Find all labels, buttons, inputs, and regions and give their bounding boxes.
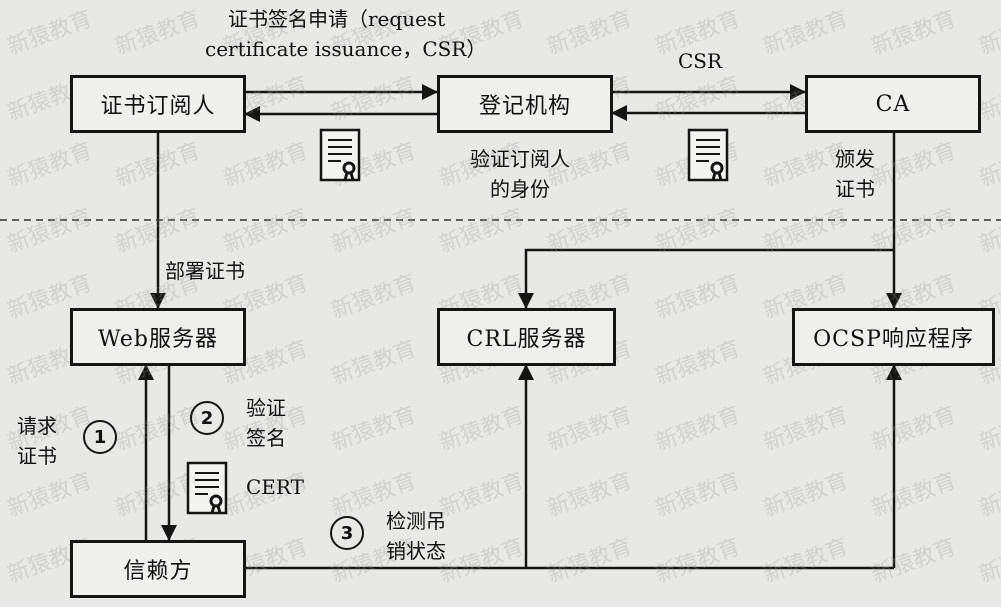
node-web-server: Web服务器 xyxy=(70,308,246,366)
node-ocsp-responder: OCSP响应程序 xyxy=(792,308,995,366)
label-verify-signature-line1: 验证 xyxy=(246,396,286,420)
label-issue-cert-line1: 颁发 xyxy=(835,147,875,171)
certificate-icon xyxy=(319,128,361,182)
step-1-badge: 1 xyxy=(83,420,117,454)
label-verify-signature-line2: 签名 xyxy=(246,426,286,450)
node-relying-party: 信赖方 xyxy=(70,540,246,598)
node-crl-server: CRL服务器 xyxy=(437,308,616,366)
label-deploy-cert: 部署证书 xyxy=(165,259,245,283)
label-verify-identity-line1: 验证订阅人 xyxy=(470,147,570,171)
label-issue-cert-line2: 证书 xyxy=(835,177,875,201)
label-check-revocation-line1: 检测吊 xyxy=(386,509,446,533)
node-certificate-subscriber: 证书订阅人 xyxy=(70,75,246,133)
step-2-badge: 2 xyxy=(190,401,224,435)
arrow-ca-to-crl xyxy=(518,248,894,309)
label-cert: CERT xyxy=(246,475,304,499)
node-registration-authority: 登记机构 xyxy=(437,75,613,133)
label-csr-request-line2: certificate issuance，CSR） xyxy=(205,37,487,61)
label-csr: CSR xyxy=(678,49,723,73)
node-ca: CA xyxy=(805,75,981,133)
certificate-icon xyxy=(186,461,228,515)
label-verify-identity-line2: 的身份 xyxy=(490,177,550,201)
step-3-badge: 3 xyxy=(330,516,364,550)
label-check-revocation-line2: 销状态 xyxy=(386,539,446,563)
label-request-cert-line1: 请求 xyxy=(17,414,57,438)
label-csr-request-line1: 证书签名申请（request xyxy=(228,7,446,31)
label-request-cert-line2: 证书 xyxy=(17,444,57,468)
certificate-icon xyxy=(687,128,729,182)
